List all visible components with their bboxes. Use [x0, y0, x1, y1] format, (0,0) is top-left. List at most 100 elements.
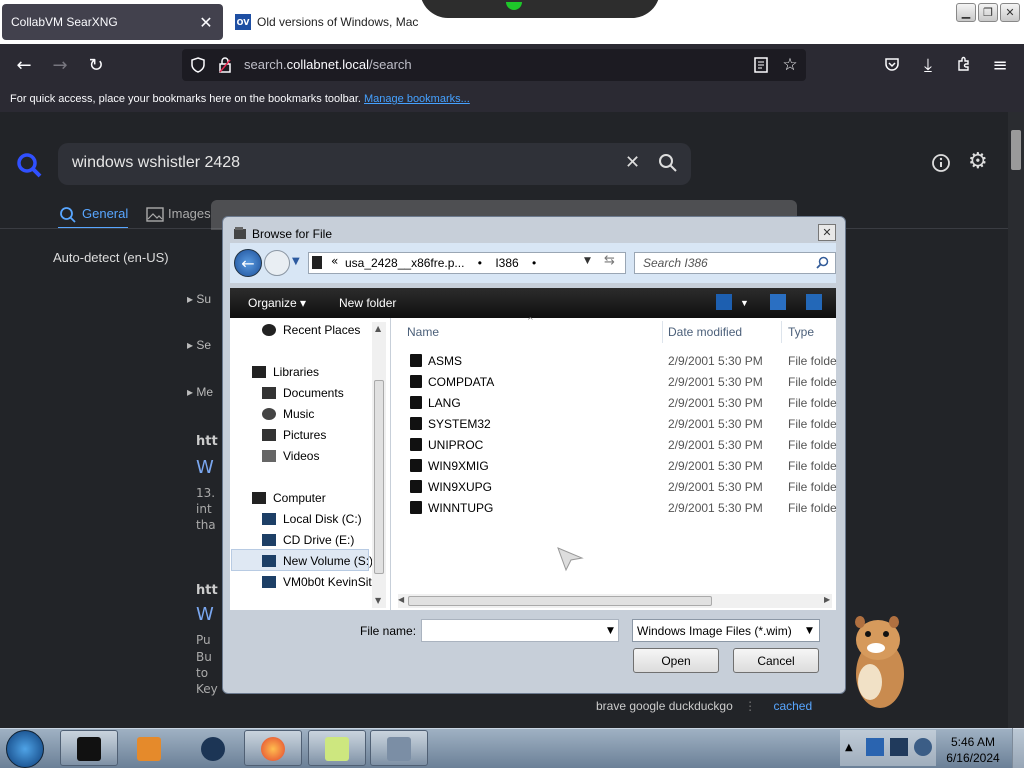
breadcrumb[interactable]: usa_2428__x86fre.p... • I386 • [308, 252, 626, 274]
file-row[interactable]: COMPDATA 2/9/2001 5:30 PM File folde [408, 372, 838, 392]
help-icon[interactable] [806, 294, 822, 310]
file-row[interactable]: WINNTUPG 2/9/2001 5:30 PM File folde [408, 498, 838, 518]
page-scrollbar[interactable] [1008, 112, 1024, 728]
dialog-close-icon[interactable]: ✕ [818, 224, 836, 241]
manage-bookmarks-link[interactable]: Manage bookmarks... [364, 93, 470, 105]
clear-search-icon[interactable]: ✕ [625, 152, 640, 173]
reader-view-icon[interactable] [754, 57, 768, 73]
result-title[interactable]: W [196, 457, 214, 478]
language-selector[interactable]: Auto-detect (en-US) [53, 250, 169, 265]
hamburger-menu-icon[interactable]: ≡ [988, 53, 1012, 77]
new-folder-button[interactable]: New folder [339, 296, 396, 310]
minimize-icon[interactable]: ▁ [956, 3, 976, 22]
scroll-down-icon[interactable]: ▼ [375, 596, 381, 605]
dialog-back-icon[interactable]: ← [234, 249, 262, 277]
searxng-logo-icon[interactable] [16, 152, 42, 178]
breadcrumb-overflow-icon[interactable]: « [331, 254, 338, 268]
category-images[interactable]: Images [168, 206, 211, 221]
file-row[interactable]: WIN9XUPG 2/9/2001 5:30 PM File folde [408, 477, 838, 497]
nav-item-network-drive[interactable]: VM0b0t KevinSite [262, 575, 378, 589]
column-header-type[interactable]: Type [788, 325, 814, 339]
result-title[interactable]: W [196, 604, 214, 625]
show-desktop-button[interactable] [1012, 728, 1024, 768]
breadcrumb-item[interactable]: I386 [495, 256, 518, 270]
nav-item-music[interactable]: Music [262, 407, 314, 421]
column-header-name[interactable]: Name [407, 325, 439, 339]
nav-item-videos[interactable]: Videos [262, 449, 319, 463]
nav-item-libraries[interactable]: Libraries [252, 365, 319, 379]
history-dropdown-icon[interactable]: ▼ [292, 256, 300, 267]
close-icon[interactable]: ✕ [195, 11, 217, 33]
file-row[interactable]: LANG 2/9/2001 5:30 PM File folde [408, 393, 838, 413]
shield-icon[interactable] [190, 57, 206, 73]
tab-collabvm-searxng[interactable]: CollabVM SearXNG ✕ [2, 4, 223, 40]
dialog-forward-icon[interactable] [264, 250, 290, 276]
extensions-icon[interactable] [956, 56, 972, 72]
filter-expander-3[interactable]: ▸ Me [187, 385, 213, 399]
nav-scroll-thumb[interactable] [374, 380, 384, 574]
scroll-left-icon[interactable]: ◀ [398, 595, 404, 604]
file-row[interactable]: ASMS 2/9/2001 5:30 PM File folde [408, 351, 838, 371]
taskbar-app-globe[interactable] [184, 730, 242, 766]
settings-gear-icon[interactable]: ⚙ [968, 149, 988, 174]
show-hidden-icons-icon[interactable]: ▲ [845, 742, 853, 753]
nav-item-documents[interactable]: Documents [262, 386, 344, 400]
start-orb-icon[interactable] [6, 730, 44, 768]
bookmark-star-icon[interactable]: ☆ [778, 53, 802, 77]
nav-item-computer[interactable]: Computer [252, 491, 326, 505]
taskbar-app-setup[interactable] [370, 730, 428, 766]
nav-scrollbar[interactable]: ▲ ▼ [372, 322, 386, 608]
back-arrow-icon[interactable]: ← [12, 53, 36, 77]
open-button[interactable]: Open [633, 648, 719, 673]
close-window-icon[interactable]: ✕ [1000, 3, 1020, 22]
file-name-dropdown-icon[interactable]: ▼ [607, 626, 614, 636]
address-dropdown-icon[interactable]: ▼ [584, 256, 591, 266]
search-input[interactable]: windows wshistler 2428 [72, 154, 240, 172]
cached-link[interactable]: cached [773, 699, 812, 713]
file-row[interactable]: WIN9XMIG 2/9/2001 5:30 PM File folde [408, 456, 838, 476]
url-text[interactable]: search.collabnet.local/search [244, 57, 412, 72]
filter-expander-1[interactable]: ▸ Su [187, 292, 211, 306]
nav-item-local-disk[interactable]: Local Disk (C:) [262, 512, 362, 526]
pocket-icon[interactable] [884, 56, 900, 72]
breadcrumb-separator-icon[interactable]: • [532, 256, 536, 270]
restore-icon[interactable]: ❐ [978, 3, 998, 22]
taskbar-clock[interactable]: 5:46 AM 6/16/2024 [940, 734, 1006, 766]
file-row[interactable]: UNIPROC 2/9/2001 5:30 PM File folde [408, 435, 838, 455]
taskbar-app-firefox[interactable] [244, 730, 302, 766]
file-list-hscrollbar[interactable]: ◀ ▶ [398, 594, 832, 608]
file-name-input[interactable] [421, 619, 619, 642]
downloads-icon[interactable]: ⤓ [916, 53, 940, 77]
organize-button[interactable]: Organize ▾ [248, 296, 306, 310]
category-general[interactable]: General [82, 206, 128, 221]
cancel-button[interactable]: Cancel [733, 648, 819, 673]
scroll-up-icon[interactable]: ▲ [375, 324, 381, 333]
scroll-right-icon[interactable]: ▶ [824, 595, 830, 604]
taskbar-app-notes[interactable] [308, 730, 366, 766]
file-type-filter[interactable]: Windows Image Files (*.wim) [632, 619, 820, 642]
folder-search-input[interactable]: Search I386 [634, 252, 836, 274]
nav-item-new-volume[interactable]: New Volume (S:) [262, 554, 373, 568]
tray-network-icon[interactable] [866, 738, 884, 756]
preview-pane-icon[interactable] [770, 294, 786, 310]
refresh-icon[interactable]: ⇆ [604, 253, 615, 268]
info-icon[interactable] [931, 153, 951, 173]
breadcrumb-item[interactable]: usa_2428__x86fre.p... [345, 256, 464, 270]
taskbar-app-console[interactable] [60, 730, 118, 766]
breadcrumb-separator-icon[interactable]: • [478, 256, 482, 270]
nav-item-cd-drive[interactable]: CD Drive (E:) [262, 533, 354, 547]
nav-item-recent-places[interactable]: Recent Places [262, 323, 360, 337]
scrollbar-thumb[interactable] [1011, 130, 1021, 170]
taskbar-app-media[interactable] [120, 730, 178, 766]
view-options-icon[interactable] [716, 294, 732, 310]
forward-arrow-icon[interactable]: → [48, 53, 72, 77]
column-separator[interactable] [662, 321, 663, 343]
reload-icon[interactable]: ↻ [84, 53, 108, 77]
search-icon[interactable] [658, 153, 678, 173]
filter-expander-2[interactable]: ▸ Se [187, 338, 211, 352]
view-dropdown-icon[interactable]: ▼ [740, 298, 749, 308]
nav-item-pictures[interactable]: Pictures [262, 428, 326, 442]
lock-icon[interactable] [218, 57, 232, 73]
result-url[interactable]: htt [196, 583, 218, 598]
folder-search-icon[interactable] [816, 256, 829, 269]
